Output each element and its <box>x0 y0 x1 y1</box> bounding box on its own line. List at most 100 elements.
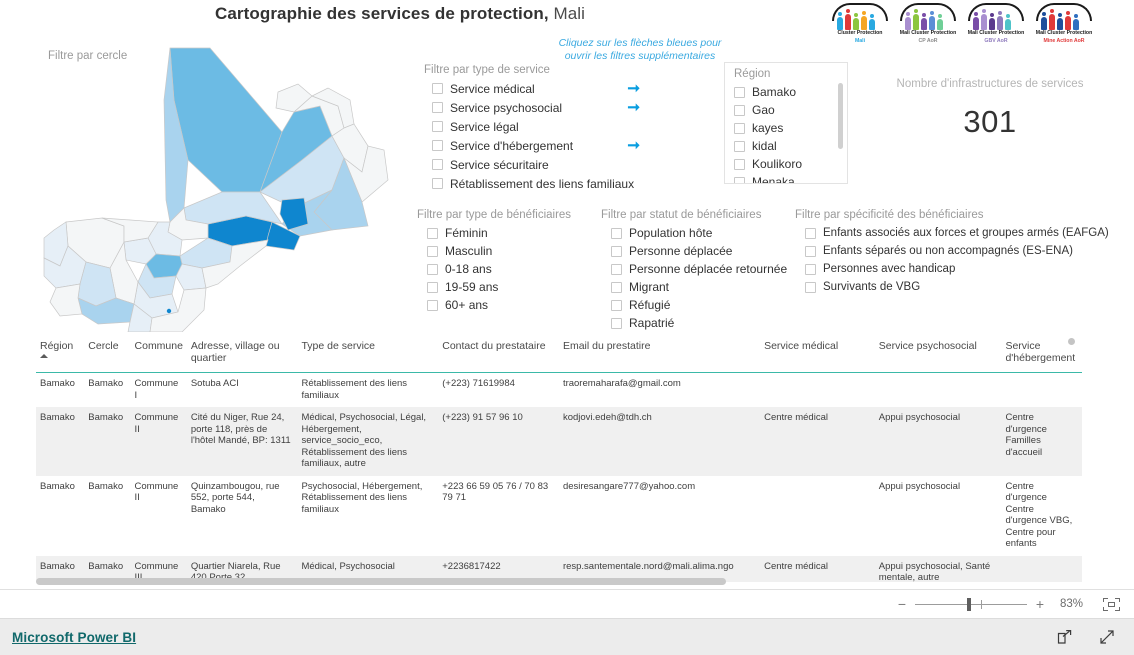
zoom-in-button[interactable]: + <box>1035 596 1045 612</box>
kpi-card-nombre-infrastructures: Nombre d'infrastructures de services 301 <box>880 78 1100 140</box>
checkbox[interactable] <box>611 263 622 275</box>
checkbox-row-19-59-ans[interactable]: 19-59 ans <box>417 278 592 296</box>
checkbox-row-es-ena[interactable]: Enfants séparés ou non accompagnés (ES-E… <box>795 242 1085 260</box>
table-row[interactable]: Bamako Bamako Commune I Sotuba ACI Rétab… <box>36 373 1082 408</box>
checkbox-row-service-hebergement[interactable]: Service d'hébergement ➞ <box>424 136 644 155</box>
drill-arrow-icon[interactable]: ➞ <box>627 81 644 96</box>
col-header-region[interactable]: Région <box>36 336 85 373</box>
col-header-email-prestatire[interactable]: Email du prestatire <box>558 336 761 373</box>
checkbox[interactable] <box>432 159 443 170</box>
checkbox[interactable] <box>734 104 745 116</box>
checkbox-row-60-plus-ans[interactable]: 60+ ans <box>417 296 592 314</box>
checkbox[interactable] <box>805 227 816 239</box>
checkbox-row-survivants-de-vbg[interactable]: Survivants de VBG <box>795 278 1085 296</box>
checkbox[interactable] <box>427 299 438 311</box>
checkbox-row-personne-deplacee[interactable]: Personne déplacée <box>601 242 791 260</box>
fullscreen-icon[interactable] <box>1098 628 1116 646</box>
slicer-specificite-des-beneficiaires[interactable]: Filtre par spécificité des bénéficiaires… <box>795 209 1109 296</box>
checkbox[interactable] <box>611 245 622 257</box>
checkbox[interactable] <box>734 140 745 152</box>
services-table[interactable]: Région Cercle Commune Adresse, village o… <box>36 336 1082 582</box>
col-header-service-psychosocial[interactable]: Service psychosocial <box>874 336 1002 373</box>
table-row[interactable]: Bamako Bamako Commune II Cité du Niger, … <box>36 407 1082 476</box>
sort-ascending-icon[interactable] <box>40 354 48 358</box>
checkbox-row-population-hote[interactable]: Population hôte <box>601 224 791 242</box>
checkbox[interactable] <box>432 140 443 151</box>
checkbox[interactable] <box>432 83 443 94</box>
region-scrollbar[interactable] <box>838 83 843 179</box>
checkbox[interactable] <box>432 178 443 189</box>
checkbox[interactable] <box>432 121 443 132</box>
checkbox[interactable] <box>611 299 622 311</box>
zoom-out-button[interactable]: − <box>897 596 907 612</box>
col-header-type-de-service[interactable]: Type de service <box>297 336 439 373</box>
checkbox-label: kayes <box>752 121 784 135</box>
checkbox[interactable] <box>427 281 438 293</box>
checkbox-row-service-securitaire[interactable]: Service sécuritaire <box>424 155 644 174</box>
checkbox[interactable] <box>805 245 816 257</box>
logo-line2: Mali <box>854 38 866 44</box>
slicer-statut-de-beneficiaires[interactable]: Filtre par statut de bénéficiaires Popul… <box>601 209 791 332</box>
table-horizontal-scrollbar[interactable] <box>36 578 1076 585</box>
checkbox-row-gao[interactable]: Gao <box>725 101 847 119</box>
checkbox-row-refugie[interactable]: Réfugié <box>601 296 791 314</box>
checkbox-row-service-psychosocial[interactable]: Service psychosocial ➞ <box>424 98 644 117</box>
zoom-slider-track[interactable] <box>915 597 1027 611</box>
checkbox[interactable] <box>734 122 745 134</box>
slicer-type-de-service[interactable]: Filtre par type de service Service médic… <box>424 64 644 193</box>
checkbox-row-service-legal[interactable]: Service légal <box>424 117 644 136</box>
table-more-options-icon[interactable] <box>1068 338 1075 345</box>
zoom-control[interactable]: − + 83% <box>897 596 1120 612</box>
checkbox-row-rapatrie[interactable]: Rapatrié <box>601 314 791 332</box>
page-title-light: Mali <box>548 4 586 23</box>
checkbox[interactable] <box>805 263 816 275</box>
drill-arrow-icon[interactable]: ➞ <box>627 138 644 153</box>
checkbox-row-0-18-ans[interactable]: 0-18 ans <box>417 260 592 278</box>
page-title-bold: Cartographie des services de protection, <box>214 4 549 23</box>
checkbox-row-personnes-avec-handicap[interactable]: Personnes avec handicap <box>795 260 1085 278</box>
checkbox[interactable] <box>611 227 622 239</box>
checkbox[interactable] <box>427 263 438 275</box>
checkbox-row-migrant[interactable]: Migrant <box>601 278 791 296</box>
checkbox[interactable] <box>611 317 622 329</box>
col-header-adresse[interactable]: Adresse, village ou quartier <box>186 336 298 373</box>
checkbox[interactable] <box>734 158 745 170</box>
drill-arrow-icon[interactable]: ➞ <box>627 100 644 115</box>
checkbox-label: Réfugié <box>629 298 671 312</box>
slicer-type-de-beneficiaires[interactable]: Filtre par type de bénéficiaires Féminin… <box>417 209 592 314</box>
logo-line1: Mali Cluster Protection <box>1035 30 1093 36</box>
checkbox-row-personne-deplacee-retournee[interactable]: Personne déplacée retournée <box>601 260 791 278</box>
checkbox-row-kidal[interactable]: kidal <box>725 137 847 155</box>
col-header-cercle[interactable]: Cercle <box>84 336 131 373</box>
checkbox-row-eafga[interactable]: Enfants associés aux forces et groupes a… <box>795 224 1109 242</box>
col-header-contact-prestataire[interactable]: Contact du prestataire <box>438 336 559 373</box>
checkbox-row-service-medical[interactable]: Service médical ➞ <box>424 79 644 98</box>
checkbox-row-masculin[interactable]: Masculin <box>417 242 592 260</box>
col-header-service-medical[interactable]: Service médical <box>760 336 875 373</box>
checkbox[interactable] <box>427 227 438 239</box>
checkbox[interactable] <box>427 245 438 257</box>
checkbox[interactable] <box>611 281 622 293</box>
slicer-region[interactable]: Région Bamako Gao kayes kidal Koulikoro <box>724 62 848 184</box>
checkbox-row-koulikoro[interactable]: Koulikoro <box>725 155 847 173</box>
checkbox[interactable] <box>805 281 816 293</box>
checkbox-row-kayes[interactable]: kayes <box>725 119 847 137</box>
logo-people-icon <box>905 9 951 30</box>
cell-service-hebergement: Centre d'urgence Familles d'accueil <box>1001 407 1082 476</box>
checkbox-row-menaka[interactable]: Menaka <box>725 173 847 183</box>
table-row[interactable]: Bamako Bamako Commune II Quinzambougou, … <box>36 476 1082 556</box>
zoom-slider-thumb[interactable] <box>967 597 971 611</box>
checkbox-row-retablissement-liens-familiaux[interactable]: Rétablissement des liens familiaux <box>424 174 644 193</box>
mali-choropleth-map[interactable] <box>32 40 422 332</box>
checkbox-row-bamako[interactable]: Bamako <box>725 83 847 101</box>
checkbox[interactable] <box>734 86 745 98</box>
checkbox-row-feminin[interactable]: Féminin <box>417 224 592 242</box>
checkbox[interactable] <box>734 176 745 183</box>
cell-service-medical: Centre médical <box>760 407 875 476</box>
share-icon[interactable] <box>1056 628 1074 646</box>
col-header-commune[interactable]: Commune <box>130 336 187 373</box>
power-bi-brand-link[interactable]: Microsoft Power BI <box>12 630 136 645</box>
checkbox[interactable] <box>432 102 443 113</box>
fit-to-page-icon[interactable] <box>1103 597 1120 611</box>
map-visual[interactable]: Filtre par cercle <box>32 40 422 332</box>
